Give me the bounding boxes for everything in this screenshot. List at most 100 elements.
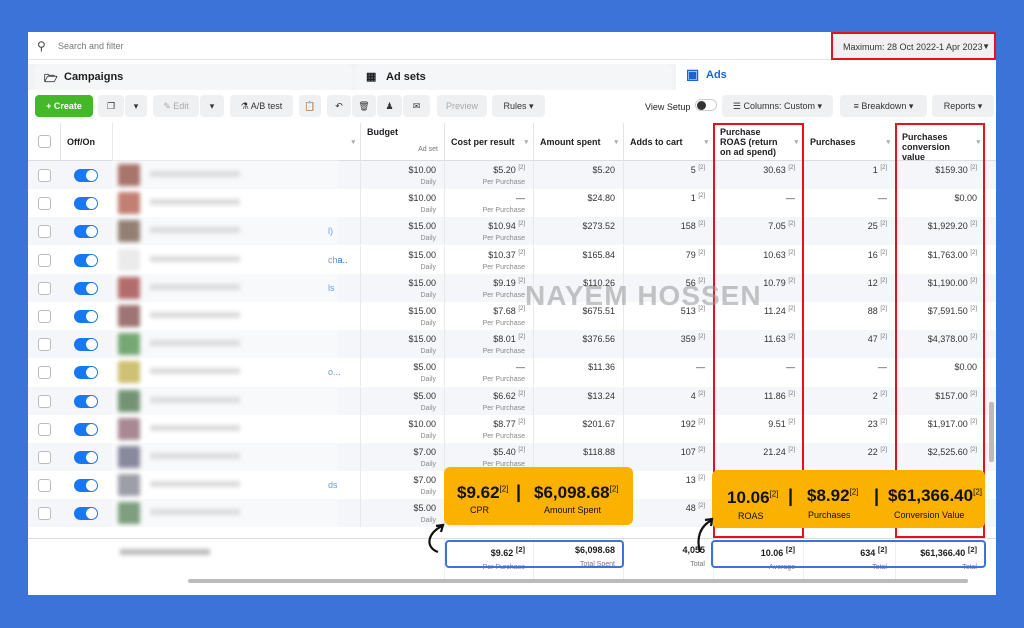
- ad-toggle[interactable]: [74, 479, 98, 493]
- callout-purchases-label: Purchases: [808, 510, 851, 520]
- delete-button[interactable]: 🗑: [352, 95, 376, 117]
- cell-adds: 5 [2]: [623, 161, 713, 189]
- select-all-checkbox[interactable]: [38, 135, 51, 148]
- trash-icon: 🗑: [358, 101, 370, 111]
- result-type: Per Purchase: [482, 179, 525, 186]
- result-type: Per Purchase: [482, 404, 525, 412]
- cell-purchases: 23 [2]: [803, 414, 895, 443]
- undo-button[interactable]: ↶: [327, 95, 351, 117]
- tab-label: Ads: [706, 69, 727, 81]
- cell-roas: 10.63 [2]: [713, 245, 803, 274]
- callout-amount-value: $6,098.68[2]: [534, 483, 619, 502]
- clipboard-button[interactable]: 📋: [299, 95, 321, 117]
- header-conversion-value[interactable]: Purchases conversion value ▾: [895, 123, 985, 162]
- tab-ads[interactable]: ▣ Ads: [676, 60, 996, 90]
- arrow-icon: [428, 523, 445, 554]
- cell-purchases: 2 [2]: [803, 386, 895, 415]
- breakdown-button[interactable]: ≡ Breakdown ▾: [840, 95, 927, 117]
- result-type: Per Purchase: [482, 348, 525, 356]
- header-budget[interactable]: Budget Ad set: [360, 123, 444, 161]
- undo-icon: ↶: [335, 101, 343, 111]
- cell-amount: $5.20: [533, 161, 623, 189]
- cell-conv: $0.00: [895, 189, 985, 218]
- cell-adds: 79 [2]: [623, 245, 713, 274]
- rules-button[interactable]: Rules ▾: [492, 95, 545, 117]
- row-checkbox[interactable]: [38, 338, 51, 352]
- header-purchase-roas[interactable]: Purchase ROAS (return on ad spend) ▾: [713, 123, 803, 161]
- ad-toggle[interactable]: [74, 394, 98, 408]
- duplicate-button[interactable]: ❐: [98, 95, 124, 117]
- cell-purchases: 22 [2]: [803, 443, 895, 471]
- ad-toggle[interactable]: [74, 366, 98, 380]
- cell-conv: $0.00: [895, 358, 985, 387]
- row-checkbox[interactable]: [38, 310, 51, 323]
- tab-ad-sets[interactable]: ▦ Ad sets: [356, 64, 672, 90]
- row-checkbox[interactable]: [38, 366, 51, 380]
- date-range-label: Maximum: 28 Oct 2022-1 Apr 2023: [843, 42, 983, 52]
- ad-toggle[interactable]: [74, 225, 98, 239]
- header-label: Amount spent: [540, 137, 601, 147]
- cell-adds: —: [623, 358, 713, 387]
- separator: |: [874, 486, 880, 506]
- ad-toggle[interactable]: [74, 169, 98, 182]
- row-checkbox[interactable]: [38, 197, 51, 211]
- level-tabs: 🗁 Campaigns ▦ Ad sets ▣ Ads: [28, 60, 996, 90]
- row-checkbox[interactable]: [38, 394, 51, 408]
- header-amount-spent[interactable]: Amount spent ▾: [533, 123, 623, 161]
- view-setup-toggle[interactable]: [695, 99, 717, 111]
- cell-budget: $7.00 Daily: [360, 471, 444, 500]
- highlight-totals-right: [711, 540, 986, 568]
- arrow-icon: [697, 517, 714, 553]
- ad-toggle[interactable]: [74, 281, 98, 295]
- cell-adds: 158 [2]: [623, 217, 713, 246]
- preview-button[interactable]: Preview: [437, 95, 487, 117]
- header-off-on[interactable]: Off/On: [60, 123, 112, 161]
- row-checkbox[interactable]: [38, 422, 51, 436]
- date-range-picker[interactable]: Maximum: 28 Oct 2022-1 Apr 2023 ▼: [831, 32, 996, 60]
- budget-period: Daily: [420, 461, 436, 468]
- cell-budget: $10.00 Daily: [360, 189, 444, 218]
- duplicate-dropdown[interactable]: ▾: [125, 95, 147, 117]
- edit-button[interactable]: ✎ Edit: [153, 95, 199, 117]
- cell-budget: $15.00 Daily: [360, 302, 444, 330]
- search-placeholder[interactable]: Search and filter: [58, 41, 124, 51]
- ad-toggle[interactable]: [74, 197, 98, 211]
- audience-button[interactable]: ♟: [377, 95, 402, 117]
- row-checkbox[interactable]: [38, 479, 51, 493]
- horizontal-scrollbar[interactable]: [188, 579, 968, 583]
- columns-button[interactable]: ☰ Columns: Custom ▾: [722, 95, 833, 117]
- row-checkbox[interactable]: [38, 451, 51, 464]
- header-purchases[interactable]: Purchases ▾: [803, 123, 895, 161]
- row-checkbox[interactable]: [38, 507, 51, 521]
- callout-cpr-value: $9.62[2]: [457, 483, 509, 502]
- search-icon: ⚲: [37, 39, 46, 53]
- cell-conv: $1,929.20 [2]: [895, 217, 985, 246]
- callout-purchases-value: $8.92[2]: [807, 486, 859, 505]
- cell-cpr: $8.77 [2] Per Purchase: [444, 414, 533, 443]
- tab-campaigns[interactable]: 🗁 Campaigns: [34, 64, 352, 90]
- view-setup-label: View Setup: [645, 102, 691, 112]
- reports-button[interactable]: Reports ▾: [932, 95, 994, 117]
- ad-toggle[interactable]: [74, 451, 98, 464]
- row-checkbox[interactable]: [38, 169, 51, 182]
- ad-toggle[interactable]: [74, 310, 98, 323]
- row-checkbox[interactable]: [38, 225, 51, 239]
- cell-roas: —: [713, 189, 803, 218]
- ad-toggle[interactable]: [74, 338, 98, 352]
- header-cost-per-result[interactable]: Cost per result ▾: [444, 123, 533, 161]
- vertical-scrollbar[interactable]: [989, 402, 994, 462]
- create-button[interactable]: + Create: [35, 95, 93, 117]
- comment-button[interactable]: ✉: [403, 95, 430, 117]
- budget-period: Daily: [420, 179, 436, 186]
- cell-conv: $159.30 [2]: [895, 161, 985, 189]
- edit-dropdown[interactable]: ▾: [200, 95, 224, 117]
- row-checkbox[interactable]: [38, 281, 51, 295]
- ad-toggle[interactable]: [74, 422, 98, 436]
- ad-toggle[interactable]: [74, 507, 98, 521]
- row-checkbox[interactable]: [38, 253, 51, 267]
- ab-test-button[interactable]: ⚗ A/B test: [230, 95, 293, 117]
- header-adds-to-cart[interactable]: Adds to cart ▾: [623, 123, 713, 161]
- callout-roas-value: 10.06[2]: [727, 488, 779, 507]
- cell-conv: $1,763.00 [2]: [895, 245, 985, 274]
- ad-toggle[interactable]: [74, 253, 98, 267]
